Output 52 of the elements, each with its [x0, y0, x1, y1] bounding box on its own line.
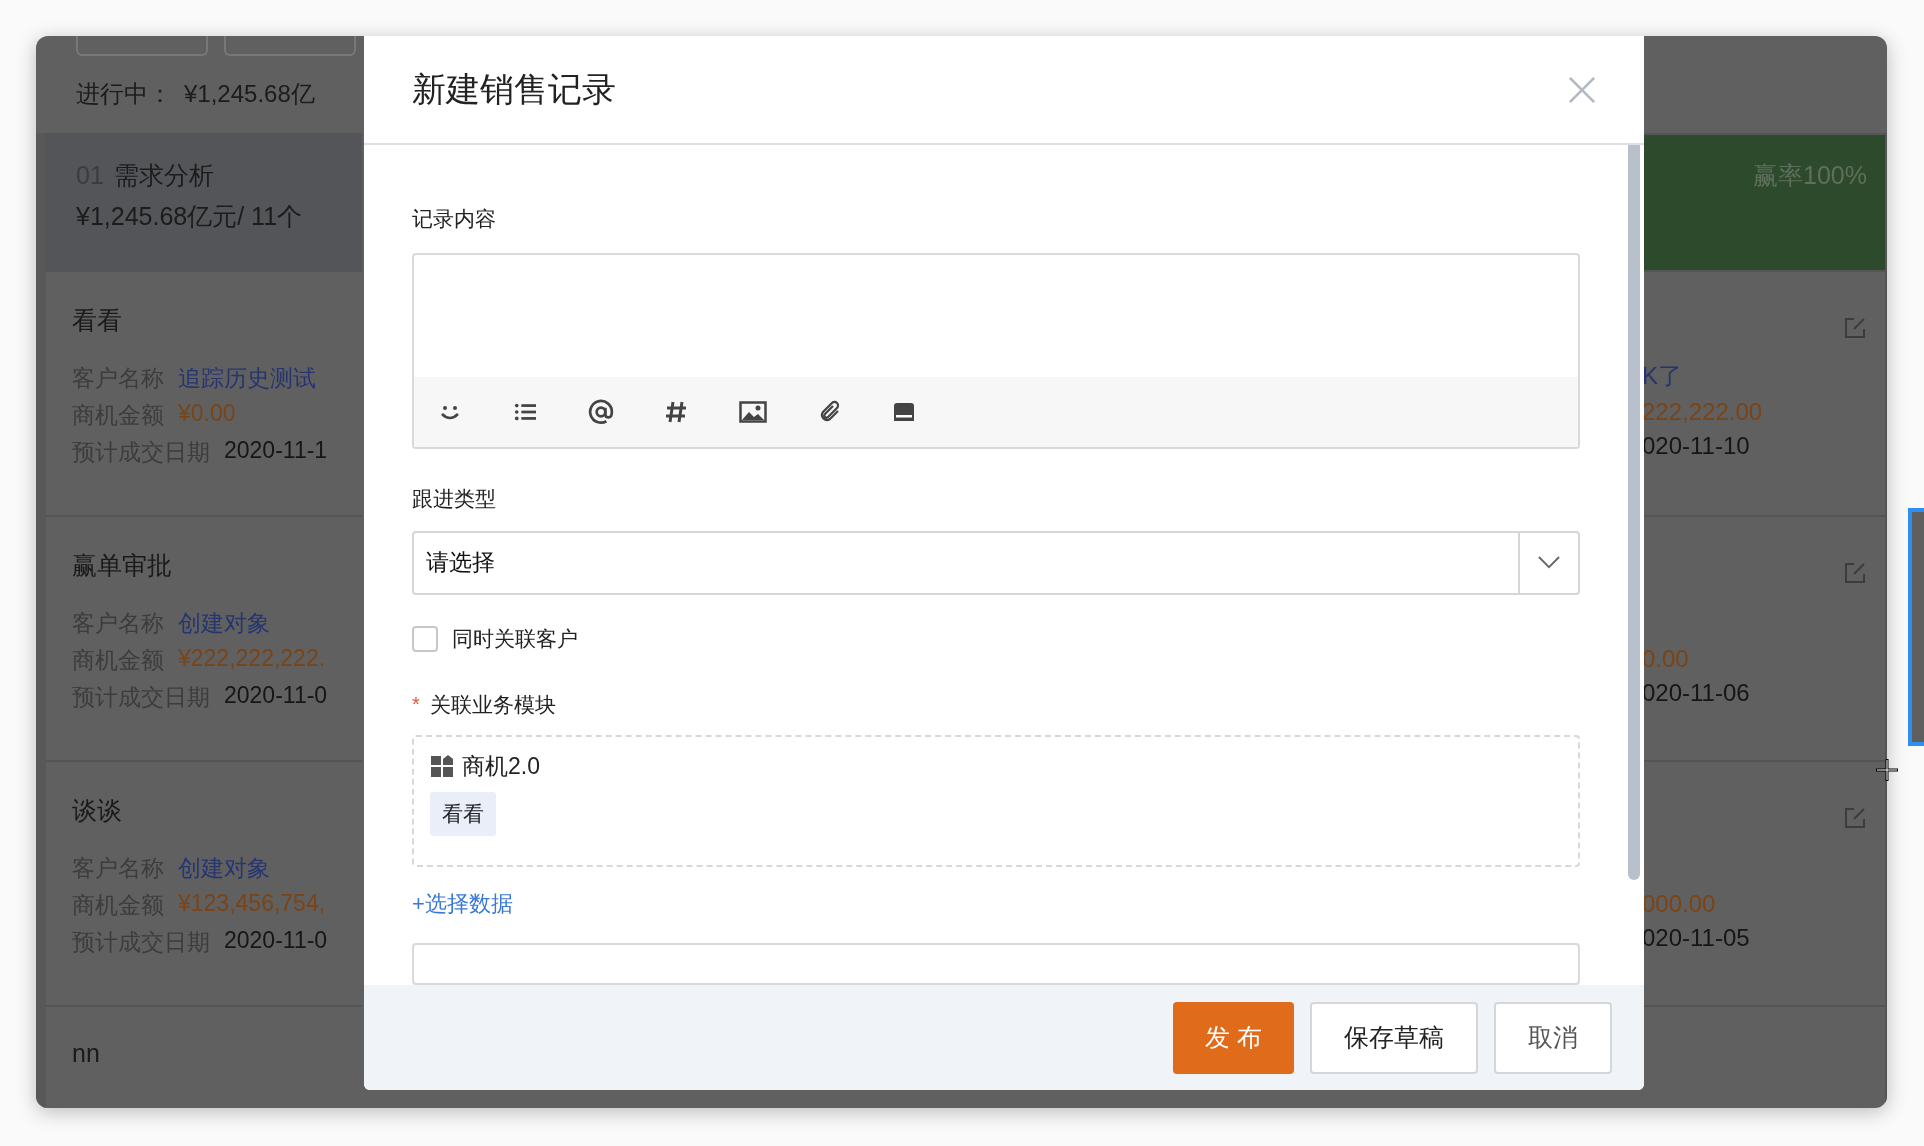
- module-name: 商机2.0: [462, 751, 540, 781]
- image-icon[interactable]: [738, 399, 768, 424]
- edit-icon[interactable]: [1843, 561, 1867, 585]
- card-title[interactable]: 赢单审批: [72, 549, 336, 582]
- summary-amount: ¥1,245.68亿: [184, 79, 315, 109]
- amount-value: 000.00: [1642, 890, 1716, 918]
- toolbar-button[interactable]: [76, 36, 208, 56]
- close-icon[interactable]: [1568, 75, 1596, 104]
- dialog-title: 新建销售记录: [412, 68, 616, 110]
- checkbox[interactable]: [412, 625, 438, 652]
- follow-type-select[interactable]: 请选择: [412, 530, 1580, 595]
- toolbar-button[interactable]: [224, 36, 356, 56]
- publish-button[interactable]: 发 布: [1173, 1001, 1294, 1074]
- hashtag-icon[interactable]: [664, 399, 688, 424]
- grid-icon: [430, 754, 454, 779]
- scrollbar[interactable]: [1628, 145, 1640, 880]
- summary-label: 进行中：: [76, 79, 172, 109]
- edit-icon[interactable]: [1843, 806, 1867, 830]
- attachment-icon[interactable]: [818, 399, 842, 424]
- customer-link[interactable]: 创建对象: [178, 853, 270, 884]
- field-label: 记录内容: [412, 206, 497, 232]
- input-field[interactable]: [412, 942, 1580, 985]
- date-value: 2020-11-0: [224, 682, 328, 710]
- record-tag[interactable]: 看看: [430, 791, 496, 836]
- field-label: 关联业务模块: [429, 691, 556, 718]
- amount-value: 222,222.00: [1642, 398, 1763, 426]
- card-title[interactable]: nn: [72, 1039, 336, 1068]
- date-value: 020-11-10: [1642, 432, 1750, 460]
- stage-name: 需求分析: [113, 160, 214, 191]
- amount-value: ¥123,456,754,: [178, 890, 326, 918]
- dialog-button[interactable]: 保存草稿: [1310, 1001, 1478, 1074]
- customer-link[interactable]: 创建对象: [178, 608, 270, 639]
- required-mark: *: [412, 693, 420, 717]
- date-value: 020-11-05: [1642, 924, 1750, 952]
- amount-value: ¥222,222,222.: [178, 645, 326, 673]
- crosshair-cursor-icon: [1875, 758, 1899, 782]
- amount-value: ¥0.00: [178, 400, 236, 428]
- select-data-link[interactable]: +选择数据: [412, 888, 513, 919]
- dialog-button[interactable]: 取消: [1494, 1001, 1612, 1074]
- amount-value: 0.00: [1642, 645, 1689, 673]
- mention-icon[interactable]: [588, 398, 614, 425]
- card-title[interactable]: 看看: [72, 304, 336, 337]
- chevron-down-icon: [1538, 556, 1560, 570]
- field-label: 跟进类型: [412, 485, 497, 512]
- card-title[interactable]: 谈谈: [72, 794, 336, 827]
- date-value: 2020-11-0: [224, 927, 328, 955]
- checkbox-label[interactable]: 同时关联客户: [452, 624, 578, 653]
- date-value: 020-11-06: [1642, 679, 1750, 707]
- stage-total: ¥1,245.68亿元/ 11个: [76, 201, 304, 232]
- edit-icon[interactable]: [1843, 316, 1867, 340]
- customer-link[interactable]: 追踪历史测试: [178, 363, 316, 394]
- date-value: 2020-11-1: [224, 437, 328, 465]
